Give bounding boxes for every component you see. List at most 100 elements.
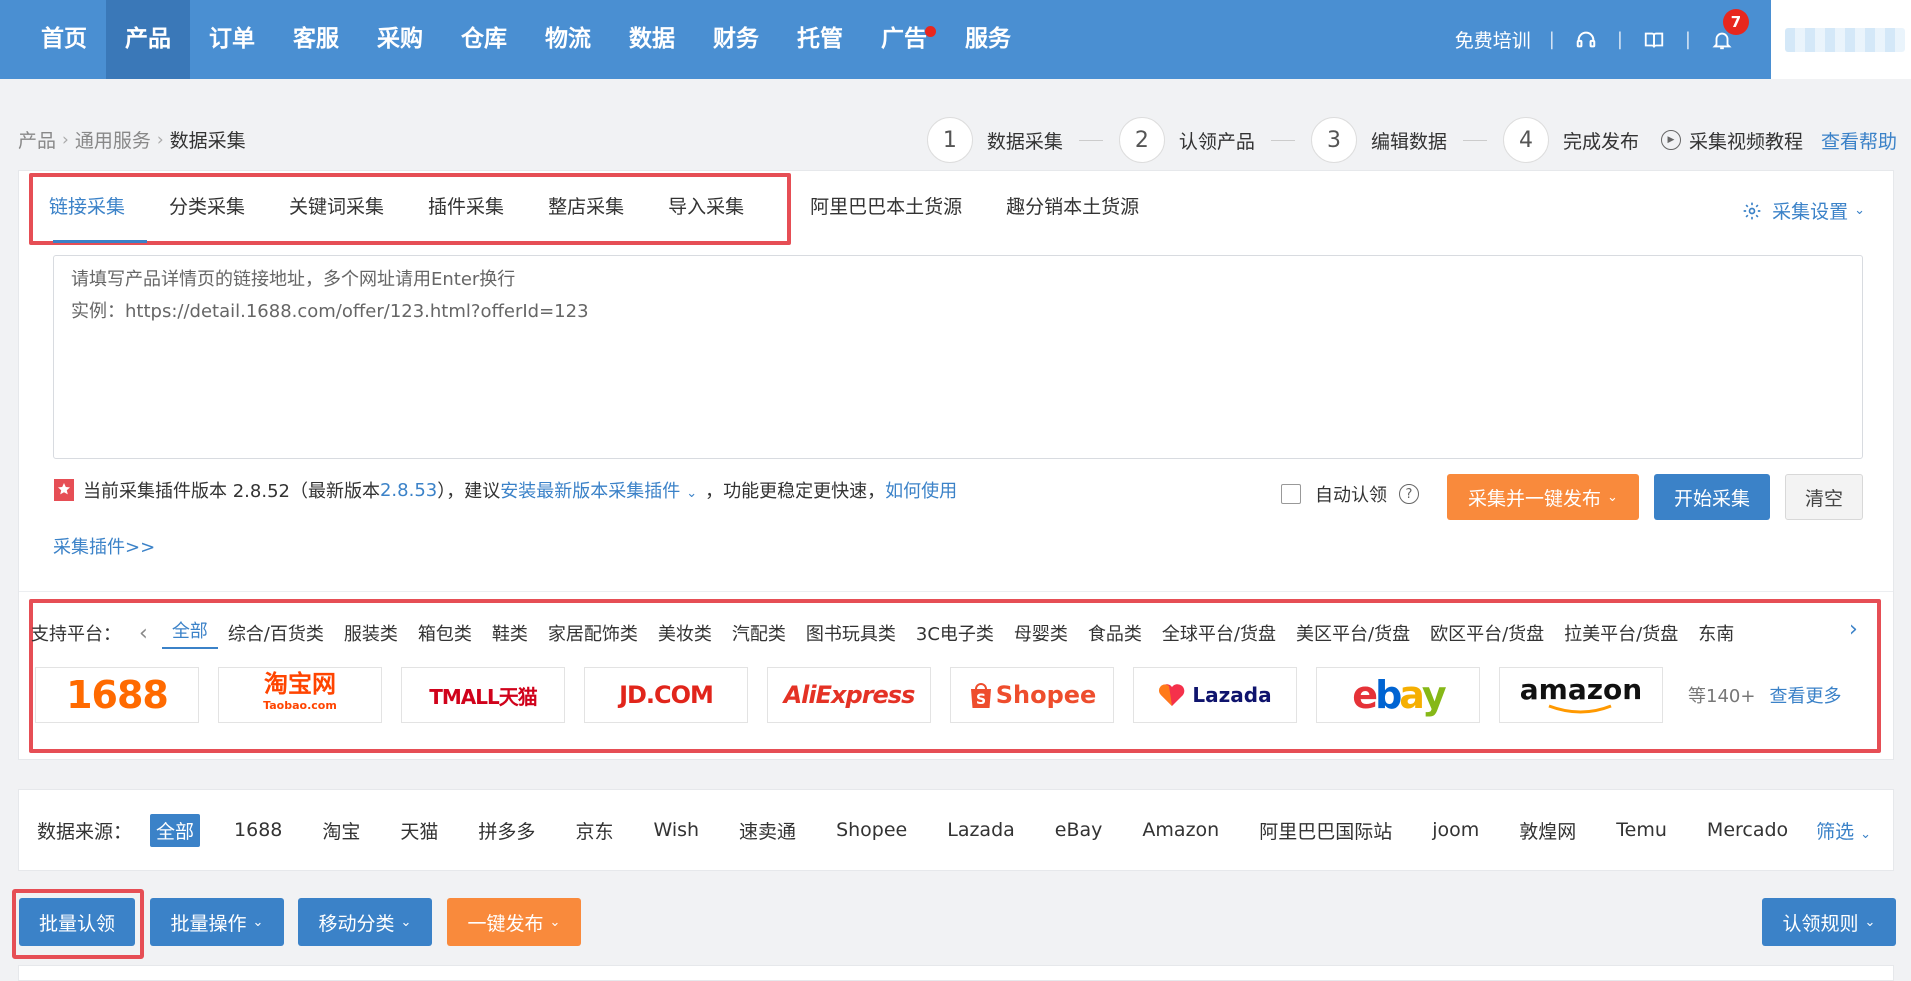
video-tutorial-link[interactable]: ▶ 采集视频教程 [1660, 127, 1803, 154]
platform-category[interactable]: 拉美平台/货盘 [1554, 620, 1688, 646]
tab-alibaba-local[interactable]: 阿里巴巴本土货源 [788, 177, 984, 237]
batch-operations-button[interactable]: 批量操作 ⌄ [150, 898, 284, 946]
nav-item[interactable]: 财务 [694, 0, 778, 79]
nav-item[interactable]: 产品 [106, 0, 190, 79]
logo-taobao[interactable]: 淘宝网 Taobao.com [218, 667, 382, 723]
nav-item-label: 订单 [209, 26, 255, 52]
data-source-option[interactable]: 速卖通 [719, 817, 816, 844]
data-source-option[interactable]: Temu [1596, 819, 1687, 841]
collect-and-publish-button[interactable]: 采集并一键发布 ⌄ [1447, 474, 1639, 520]
move-category-button[interactable]: 移动分类 ⌄ [298, 898, 432, 946]
auto-claim-checkbox[interactable] [1281, 484, 1301, 504]
platform-category[interactable]: 东南 [1688, 620, 1744, 646]
collect-settings-button[interactable]: 采集设置 ⌄ [1742, 197, 1865, 224]
data-source-option[interactable]: 天猫 [380, 817, 458, 844]
logo-shopee[interactable]: S Shopee [950, 667, 1114, 723]
breadcrumb-item[interactable]: 产品 [18, 126, 56, 153]
data-source-option[interactable]: Shopee [816, 819, 927, 841]
logo-aliexpress[interactable]: AliExpress [767, 667, 931, 723]
tab-store-collect[interactable]: 整店采集 [526, 177, 646, 237]
view-more-link[interactable]: 查看更多 [1769, 682, 1841, 708]
user-account[interactable] [1771, 0, 1911, 79]
platform-category[interactable]: 美区平台/货盘 [1286, 620, 1420, 646]
data-source-option[interactable]: Wish [633, 819, 719, 841]
platform-category[interactable]: 全球平台/货盘 [1152, 620, 1286, 646]
nav-item[interactable]: 仓库 [442, 0, 526, 79]
data-source-option[interactable]: 淘宝 [302, 817, 380, 844]
chevron-right-icon[interactable]: › [1849, 617, 1858, 642]
platform-category[interactable]: 综合/百货类 [218, 620, 334, 646]
data-source-option[interactable]: 敦煌网 [1499, 817, 1596, 844]
platform-category[interactable]: 鞋类 [482, 620, 538, 646]
logo-tmall[interactable]: TMALL天猫 [401, 667, 565, 723]
book-icon[interactable] [1641, 27, 1667, 53]
question-icon[interactable]: ? [1399, 484, 1419, 504]
nav-item[interactable]: 采购 [358, 0, 442, 79]
data-source-option[interactable]: eBay [1035, 819, 1123, 841]
one-click-publish-button[interactable]: 一键发布 ⌄ [447, 898, 581, 946]
latest-version-link[interactable]: 2.8.53 [380, 480, 437, 501]
chevron-left-icon[interactable]: ‹ [139, 621, 148, 646]
nav-item[interactable]: 首页 [22, 0, 106, 79]
data-source-option[interactable]: Mercado [1687, 819, 1808, 841]
data-source-option[interactable]: joom [1412, 819, 1499, 841]
headset-icon[interactable] [1573, 27, 1599, 53]
data-source-option[interactable]: 阿里巴巴国际站 [1239, 817, 1412, 844]
help-link[interactable]: 查看帮助 [1821, 127, 1897, 154]
batch-claim-button[interactable]: 批量认领 [19, 898, 135, 946]
nav-item-label: 产品 [125, 26, 171, 52]
data-source-option[interactable]: Lazada [927, 819, 1035, 841]
platform-category[interactable]: 欧区平台/货盘 [1420, 620, 1554, 646]
platform-category[interactable]: 服装类 [334, 620, 408, 646]
platform-category[interactable]: 母婴类 [1004, 620, 1078, 646]
link-url-input[interactable] [53, 255, 1863, 459]
how-to-use-link[interactable]: 如何使用 [885, 477, 957, 503]
tab-keyword-collect[interactable]: 关键词采集 [267, 177, 406, 237]
nav-item[interactable]: 数据 [610, 0, 694, 79]
breadcrumb-item[interactable]: 通用服务 [75, 126, 151, 153]
platform-category[interactable]: 全部 [161, 617, 218, 649]
nav-item-label: 数据 [629, 26, 675, 52]
logo-1688[interactable]: 1688 [35, 667, 199, 723]
platform-category[interactable]: 美妆类 [648, 620, 722, 646]
logo-amazon[interactable]: amazon [1499, 667, 1663, 723]
play-icon: ▶ [1660, 130, 1681, 150]
nav-item-label: 物流 [545, 26, 591, 52]
logo-ebay[interactable]: ebay [1316, 667, 1480, 723]
data-source-option[interactable]: 1688 [214, 819, 302, 841]
collect-plugin-link[interactable]: 采集插件>> [53, 533, 155, 559]
tab-category-collect[interactable]: 分类采集 [147, 177, 267, 237]
install-plugin-link[interactable]: 安装最新版本采集插件 ⌄ [500, 477, 697, 503]
data-source-option[interactable]: 拼多多 [458, 817, 555, 844]
platform-category[interactable]: 汽配类 [722, 620, 796, 646]
logo-jd[interactable]: JD.COM [584, 667, 748, 723]
nav-item[interactable]: 广告 [862, 0, 946, 79]
clear-button[interactable]: 清空 [1785, 474, 1863, 520]
tab-link-collect[interactable]: 链接采集 [39, 177, 148, 243]
avatar [1785, 27, 1905, 52]
data-source-option[interactable]: Amazon [1122, 819, 1239, 841]
platform-category[interactable]: 图书玩具类 [796, 620, 906, 646]
data-source-option[interactable]: 京东 [555, 817, 633, 844]
start-collect-button[interactable]: 开始采集 [1654, 474, 1770, 520]
free-training-link[interactable]: 免费培训 [1455, 26, 1531, 53]
claim-rules-button[interactable]: 认领规则 ⌄ [1762, 898, 1896, 946]
platform-category[interactable]: 箱包类 [408, 620, 482, 646]
logo-lazada[interactable]: Lazada [1133, 667, 1297, 723]
tab-import-collect[interactable]: 导入采集 [646, 177, 766, 237]
platform-category[interactable]: 食品类 [1078, 620, 1152, 646]
auto-claim-option[interactable]: 自动认领 ? [1281, 481, 1419, 507]
data-source-option[interactable]: 全部 [150, 813, 201, 847]
notification-badge: 7 [1723, 8, 1749, 35]
nav-item[interactable]: 订单 [190, 0, 274, 79]
nav-item[interactable]: 托管 [778, 0, 862, 79]
filter-button[interactable]: 筛选 ⌄ [1816, 817, 1871, 844]
bell-icon[interactable]: 7 [1709, 8, 1749, 53]
platform-category[interactable]: 3C电子类 [906, 620, 1004, 646]
nav-item[interactable]: 物流 [526, 0, 610, 79]
platform-category[interactable]: 家居配饰类 [538, 620, 648, 646]
nav-item[interactable]: 服务 [946, 0, 1030, 79]
nav-item[interactable]: 客服 [274, 0, 358, 79]
tab-qufenxiao-local[interactable]: 趣分销本土货源 [984, 177, 1161, 237]
tab-plugin-collect[interactable]: 插件采集 [406, 177, 526, 237]
